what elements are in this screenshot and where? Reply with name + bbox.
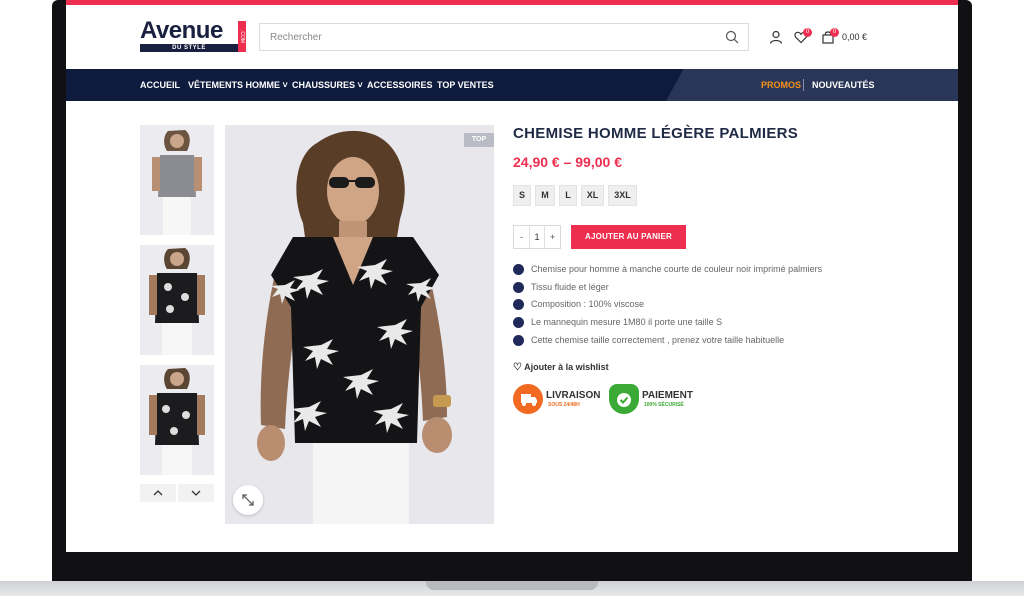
quantity-stepper: - 1 + bbox=[513, 225, 561, 249]
laptop-mockup: Avenue DU STYLE .COM Rechercher 0 0 0,00… bbox=[0, 0, 1024, 596]
nav-item-nouveautes[interactable]: NOUVEAUTÉS bbox=[812, 80, 875, 90]
laptop-notch bbox=[426, 581, 598, 590]
brand-bullet-icon bbox=[513, 282, 524, 293]
size-option-3xl[interactable]: 3XL bbox=[608, 185, 637, 206]
feature-text: Composition : 100% viscose bbox=[531, 299, 645, 309]
thumbnail-next-button[interactable] bbox=[178, 484, 214, 502]
product-thumbnail[interactable] bbox=[140, 125, 214, 235]
brand-bullet-icon bbox=[513, 264, 524, 275]
cart-total[interactable]: 0,00 € bbox=[842, 32, 867, 42]
thumbnail-photo bbox=[140, 125, 214, 235]
delivery-subtitle: SOUS 24/48H bbox=[548, 402, 580, 408]
nav-item-vetements-homme[interactable]: VÊTEMENTS HOMME ˅ bbox=[188, 80, 288, 90]
secure-shield-icon bbox=[609, 384, 639, 414]
brand-bullet-icon bbox=[513, 335, 524, 346]
size-option-s[interactable]: S bbox=[513, 185, 531, 206]
wishlist-count-badge: 0 bbox=[803, 28, 812, 37]
search-input[interactable]: Rechercher bbox=[259, 23, 749, 51]
logo-tld: .COM bbox=[238, 21, 246, 52]
browser-screen: Avenue DU STYLE .COM Rechercher 0 0 0,00… bbox=[66, 0, 958, 552]
quantity-increase-button[interactable]: + bbox=[545, 226, 560, 248]
payment-title: PAIEMENT bbox=[642, 390, 693, 401]
product-thumbnail[interactable] bbox=[140, 245, 214, 355]
feature-text: Le mannequin mesure 1M80 il porte une ta… bbox=[531, 317, 723, 327]
chevron-up-icon bbox=[153, 490, 163, 496]
product-price: 24,90 € – 99,00 € bbox=[513, 154, 622, 170]
search-icon[interactable] bbox=[725, 30, 739, 44]
nav-item-accessoires[interactable]: ACCESSOIRES bbox=[367, 80, 433, 90]
size-option-xl[interactable]: XL bbox=[581, 185, 604, 206]
feature-text: Cette chemise taille correctement , pren… bbox=[531, 335, 785, 345]
logo-wordmark: Avenue bbox=[140, 17, 223, 44]
product-thumbnail[interactable] bbox=[140, 365, 214, 475]
thumbnail-photo bbox=[140, 245, 214, 355]
thumbnail-prev-button[interactable] bbox=[140, 484, 176, 502]
feature-text: Tissu fluide et léger bbox=[531, 282, 609, 292]
logo-tagline: DU STYLE bbox=[140, 44, 238, 52]
heart-icon: ♡ bbox=[513, 362, 522, 373]
nav-item-top-ventes[interactable]: TOP VENTES bbox=[437, 80, 494, 90]
add-to-wishlist-link[interactable]: ♡ Ajouter à la wishlist bbox=[513, 362, 609, 373]
delivery-badge: LIVRAISON SOUS 24/48H bbox=[513, 382, 603, 416]
product-photo bbox=[225, 125, 494, 524]
wishlist-label: Ajouter à la wishlist bbox=[524, 362, 609, 372]
nav-item-accueil[interactable]: ACCUEIL bbox=[140, 80, 180, 90]
payment-subtitle: 100% SÉCURISÉ bbox=[644, 402, 684, 408]
chevron-down-icon bbox=[191, 490, 201, 496]
size-option-l[interactable]: L bbox=[559, 185, 577, 206]
delivery-truck-icon bbox=[513, 384, 543, 414]
product-title: CHEMISE HOMME LÉGÈRE PALMIERS bbox=[513, 125, 799, 142]
cart-count-badge: 0 bbox=[830, 28, 839, 37]
main-navigation: ACCUEIL VÊTEMENTS HOMME ˅ CHAUSSURES ˅ A… bbox=[66, 69, 958, 101]
brand-bullet-icon bbox=[513, 317, 524, 328]
top-accent-strip bbox=[66, 0, 958, 5]
quantity-input[interactable]: 1 bbox=[529, 226, 545, 248]
search-placeholder: Rechercher bbox=[270, 32, 322, 43]
product-main-image[interactable]: TOP bbox=[225, 125, 494, 524]
thumbnail-photo bbox=[140, 365, 214, 475]
quantity-decrease-button[interactable]: - bbox=[514, 226, 529, 248]
add-to-cart-button[interactable]: AJOUTER AU PANIER bbox=[571, 225, 686, 249]
feature-text: Chemise pour homme à manche courte de co… bbox=[531, 264, 823, 274]
size-option-m[interactable]: M bbox=[535, 185, 555, 206]
top-badge: TOP bbox=[464, 133, 494, 147]
account-icon[interactable] bbox=[769, 30, 783, 44]
brand-bullet-icon bbox=[513, 299, 524, 310]
site-logo[interactable]: Avenue DU STYLE .COM bbox=[140, 17, 246, 52]
nav-item-chaussures[interactable]: CHAUSSURES ˅ bbox=[292, 80, 363, 90]
payment-badge: PAIEMENT 100% SÉCURISÉ bbox=[609, 382, 699, 416]
nav-divider bbox=[803, 79, 804, 91]
expand-icon bbox=[242, 494, 254, 506]
zoom-button[interactable] bbox=[233, 485, 263, 515]
delivery-title: LIVRAISON bbox=[546, 390, 601, 401]
nav-item-promos[interactable]: PROMOS bbox=[761, 80, 801, 90]
